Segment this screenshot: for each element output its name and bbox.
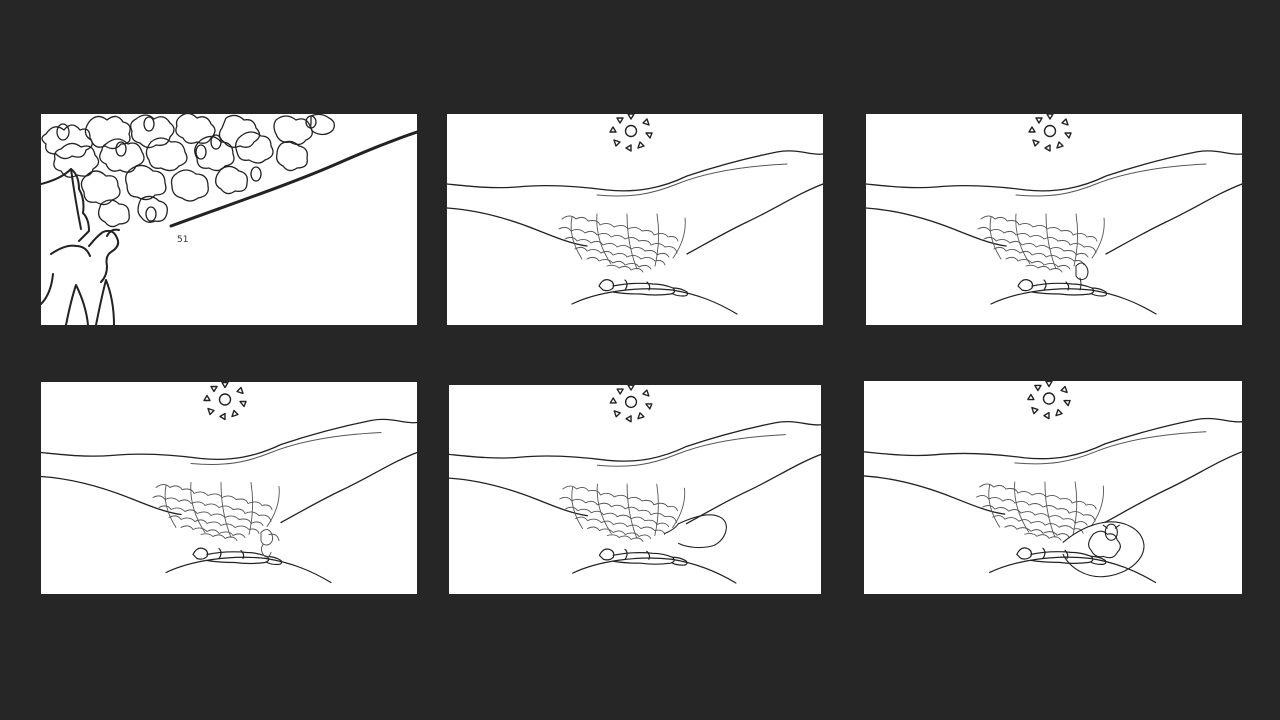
rising-figure-illustration: [260, 529, 280, 558]
storyboard-panel-6: [864, 381, 1242, 594]
thought-bubble-illustration: [664, 514, 727, 549]
shepherd-figure-illustration: [41, 168, 120, 325]
storyboard-panel-3: [866, 114, 1242, 325]
storyboard-panel-4: [41, 382, 417, 594]
sketch-valley-wide: [449, 385, 821, 584]
panel-number: 51: [177, 235, 188, 245]
storyboard-panel-5: [449, 385, 821, 594]
sketch-valley-wide: [866, 114, 1242, 315]
sketch-valley-wide: [864, 381, 1242, 584]
sketch-sheep-closeup: 51: [41, 114, 417, 325]
sheep-flock-illustration: [41, 114, 335, 228]
dream-bubble-sheep-illustration: [1062, 521, 1145, 578]
sketch-valley-wide: [41, 382, 417, 584]
sketch-valley-wide: [447, 114, 823, 315]
storyboard-panel-1: 51: [41, 114, 417, 325]
storyboard-panel-2: [447, 114, 823, 325]
